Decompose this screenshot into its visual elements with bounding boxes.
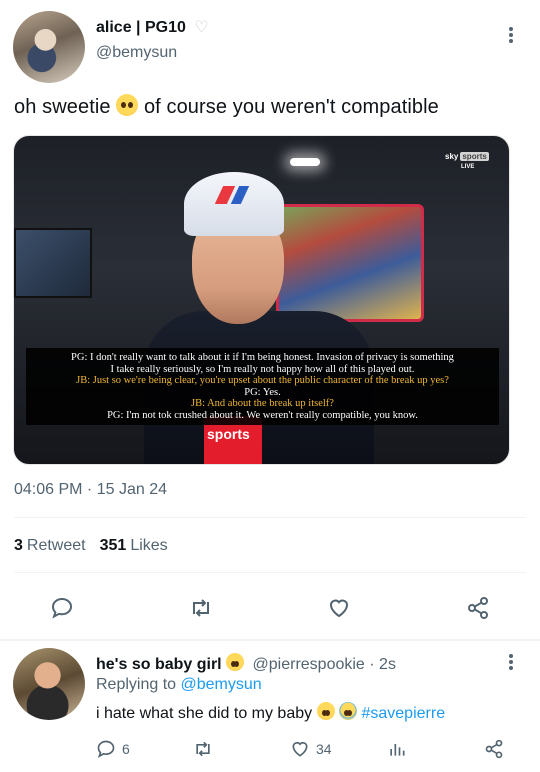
author-avatar[interactable]: [13, 11, 85, 83]
reply-text-body: i hate what she did to my baby: [96, 705, 313, 722]
subtitle-line: JB: And about the break up itself?: [191, 398, 334, 409]
subtitle-line: PG: I'm not tok crushed about it. We wer…: [107, 409, 418, 421]
background-screen-left: [14, 228, 92, 298]
ceiling-light: [290, 158, 320, 166]
driver-cap: [184, 172, 284, 236]
tweet-timestamp[interactable]: 04:06 PM · 15 Jan 24: [14, 481, 167, 499]
more-options-icon[interactable]: [501, 25, 521, 45]
like-icon[interactable]: [319, 588, 359, 628]
author-name[interactable]: alice | PG10 ♡: [96, 17, 209, 37]
author-handle[interactable]: @bemysun: [96, 44, 177, 62]
replying-to-handle[interactable]: @bemysun: [181, 676, 262, 693]
tweet-text: oh sweetie of course you weren't compati…: [14, 94, 439, 119]
reply-author-avatar[interactable]: [13, 648, 85, 720]
reply-author-name[interactable]: he's so baby girl: [96, 656, 222, 673]
broadcaster-logo: sky sports LIVE: [445, 152, 489, 170]
retweet-icon[interactable]: [181, 588, 221, 628]
retweet-stat[interactable]: 3 Retweet: [14, 537, 86, 554]
tweet-media-video[interactable]: sky sports LIVE sports PG: I don't really…: [13, 135, 510, 465]
pleading-face-emoji-icon: [116, 94, 139, 116]
subtitle-line: PG: Yes.: [244, 386, 281, 398]
replying-to-label: Replying to: [96, 676, 177, 693]
reply-count: 6: [122, 741, 130, 757]
subtitle-box: PG: I don't really want to talk about it…: [26, 348, 499, 425]
reply-icon: [97, 740, 115, 758]
crying-face-emoji-icon: [339, 702, 358, 720]
heart-badge-icon: ♡: [194, 19, 209, 36]
hashtag-link[interactable]: #savepierre: [361, 705, 445, 722]
tweet-stats: 3 Retweet 351 Likes: [14, 537, 168, 555]
divider: [14, 517, 526, 518]
share-icon[interactable]: [458, 588, 498, 628]
reply-text: i hate what she did to my baby #savepier…: [96, 702, 445, 723]
main-tweet: alice | PG10 ♡ @bemysun oh sweetie of co…: [0, 0, 540, 641]
tweet-text-part-1: oh sweetie: [14, 96, 117, 118]
reply-icon[interactable]: [42, 588, 82, 628]
background-screen-right: [276, 204, 424, 322]
reply-share-button[interactable]: [484, 736, 504, 762]
reply-tweet[interactable]: he's so baby girl @pierrespookie · 2s Re…: [0, 641, 540, 772]
like-count: 34: [316, 741, 332, 757]
reply-like-button[interactable]: 34: [290, 736, 332, 762]
reply-action-bar: 6 34: [0, 736, 540, 762]
reply-author[interactable]: he's so baby girl @pierrespookie · 2s: [96, 653, 396, 674]
author-name-text[interactable]: alice | PG10: [96, 19, 186, 36]
pleading-face-emoji-icon: [316, 702, 335, 720]
replying-to-line: Replying to @bemysun: [96, 676, 262, 694]
like-icon: [292, 741, 308, 757]
tweet-action-bar: [0, 588, 540, 628]
analytics-icon: [390, 744, 405, 756]
reply-author-handle[interactable]: @pierrespookie · 2s: [253, 656, 396, 673]
retweet-icon: [196, 741, 210, 757]
divider: [14, 572, 526, 573]
reply-analytics-button[interactable]: [387, 736, 407, 762]
likes-stat[interactable]: 351 Likes: [100, 537, 168, 554]
live-label: LIVE: [461, 164, 475, 170]
subtitle-line: PG: I don't really want to talk about it…: [71, 352, 454, 363]
tweet-text-part-2: of course you weren't compatible: [138, 96, 439, 118]
reply-retweet-button[interactable]: [193, 736, 213, 762]
reply-more-options-icon[interactable]: [501, 652, 521, 672]
subtitle-line: I take really seriously, so I'm really n…: [110, 363, 415, 375]
reply-reply-button[interactable]: 6: [96, 736, 130, 762]
share-icon: [485, 739, 503, 759]
pleading-face-emoji-icon: [226, 653, 245, 671]
mic-label: sports: [207, 426, 250, 442]
subtitle-line: JB: Just so we're being clear, you're up…: [76, 375, 449, 386]
